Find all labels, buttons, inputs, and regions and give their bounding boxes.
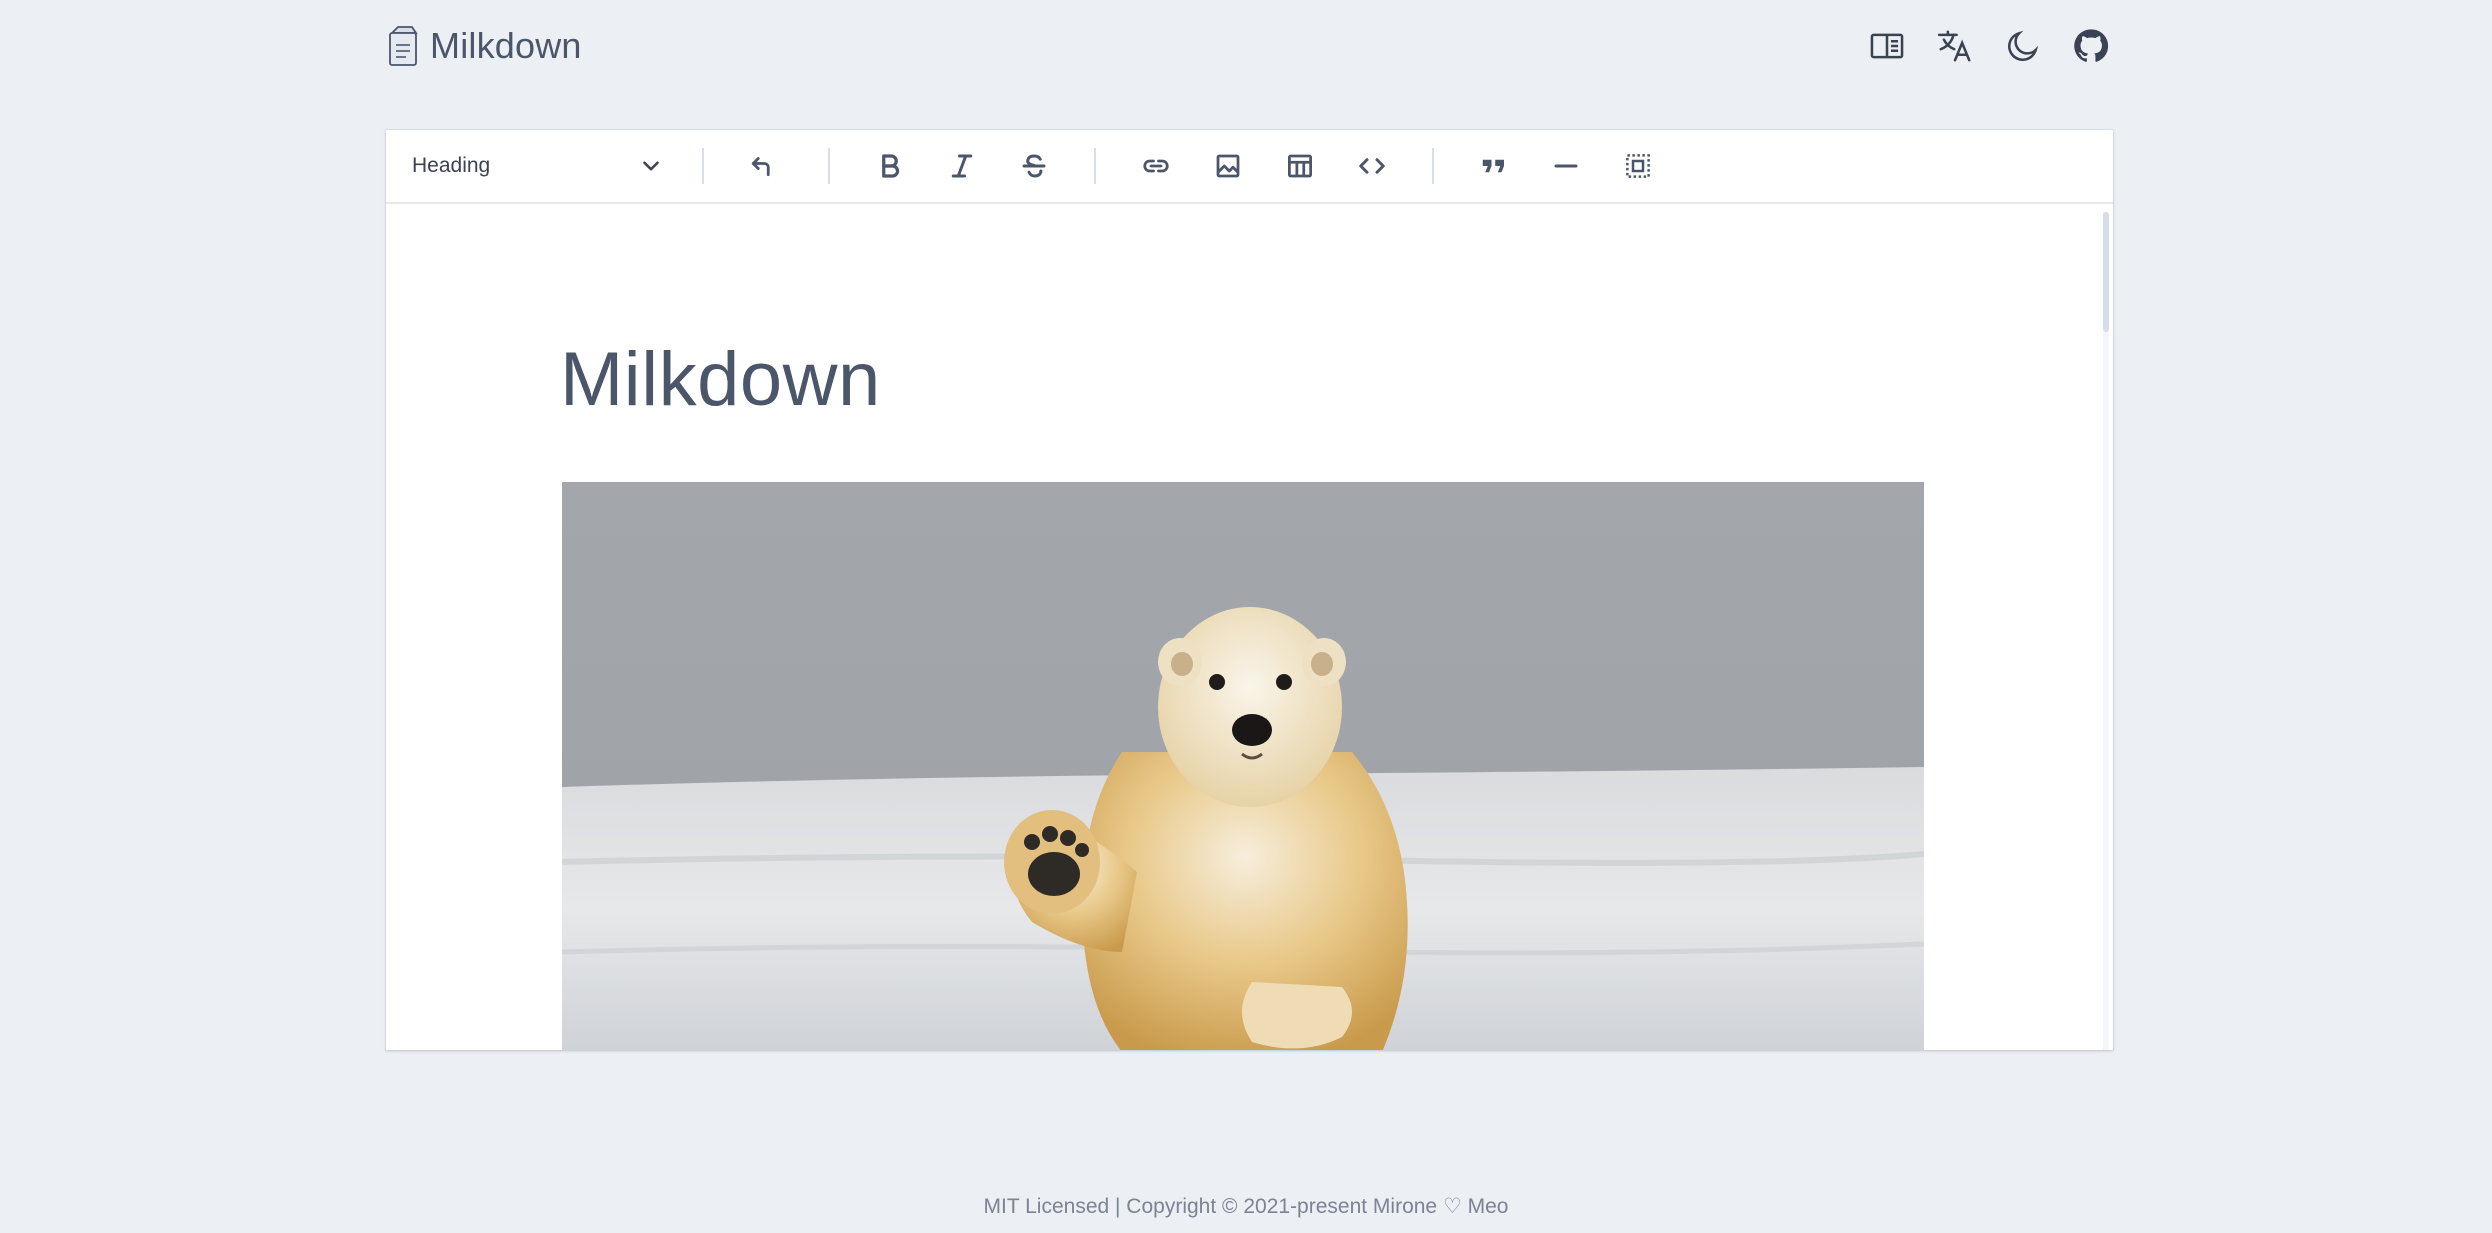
editor-toolbar: Heading (386, 130, 2113, 204)
heading-select[interactable]: Heading (412, 144, 670, 188)
select-all-button[interactable] (1610, 138, 1666, 194)
heading-select-label: Heading (412, 154, 491, 177)
bold-icon (882, 154, 900, 178)
undo-button[interactable] (734, 138, 790, 194)
toolbar-separator (702, 148, 704, 184)
editor-content[interactable]: Milkdown (386, 206, 2113, 1050)
undo-icon (751, 157, 770, 177)
horizontal-rule-icon (1554, 164, 1578, 168)
table-button[interactable] (1272, 138, 1328, 194)
strikethrough-button[interactable] (1006, 138, 1062, 194)
toolbar-separator (1094, 148, 1096, 184)
app-page: Milkdown Heading Milkdown MIT Licensed |… (0, 0, 2492, 1233)
brand-title: Milkdown (430, 25, 582, 66)
image-icon (1216, 154, 1240, 178)
link-button[interactable] (1128, 138, 1184, 194)
scrollbar-track (2103, 212, 2109, 1050)
chevron-down-icon (643, 161, 659, 171)
italic-button[interactable] (934, 138, 990, 194)
editor-card: Heading Milkdown (386, 130, 2113, 1050)
toolbar-separator (828, 148, 830, 184)
table-icon (1288, 154, 1312, 178)
scrollbar-thumb[interactable] (2103, 212, 2109, 332)
book-icon[interactable] (1866, 25, 1908, 67)
brand-link[interactable]: Milkdown (386, 25, 582, 67)
polar-bear-image (562, 482, 1924, 1050)
translate-icon[interactable] (1934, 25, 1976, 67)
code-icon (1359, 158, 1385, 174)
top-header: Milkdown (386, 20, 2112, 72)
code-button[interactable] (1344, 138, 1400, 194)
page-footer: MIT Licensed | Copyright © 2021-present … (983, 1195, 1509, 1218)
toolbar-separator (1432, 148, 1434, 184)
select-all-icon (1626, 154, 1650, 178)
link-icon (1143, 159, 1169, 173)
blockquote-button[interactable] (1466, 138, 1522, 194)
bold-button[interactable] (862, 138, 918, 194)
header-actions (1866, 25, 2112, 67)
milk-carton-icon (389, 26, 418, 66)
strikethrough-icon (1022, 154, 1046, 178)
moon-icon[interactable] (2002, 25, 2044, 67)
quote-icon (1482, 159, 1504, 173)
italic-icon (951, 154, 973, 178)
github-icon[interactable] (2070, 25, 2112, 67)
document-title: Milkdown (560, 337, 881, 422)
image-button[interactable] (1200, 138, 1256, 194)
divider-button[interactable] (1538, 138, 1594, 194)
